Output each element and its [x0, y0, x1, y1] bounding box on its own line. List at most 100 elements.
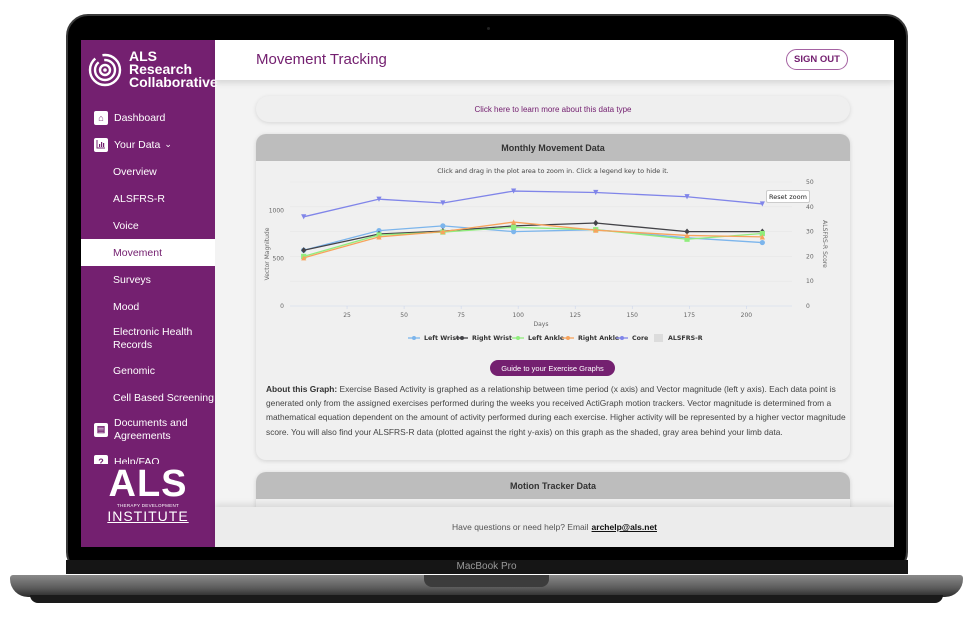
y2-tick-label: 30: [806, 229, 814, 236]
sidebar-item-your-data[interactable]: Your Data ⌄: [81, 131, 215, 158]
monthly-movement-card: Monthly Movement Data Click and drag in …: [256, 134, 850, 460]
sidebar-item-alsfrs-r[interactable]: ALSFRS-R: [81, 185, 215, 212]
legend-label: Left Wrist: [424, 335, 459, 342]
x-tick-label: 150: [627, 312, 639, 319]
page-title: Movement Tracking: [256, 51, 387, 68]
y2-tick-label: 10: [806, 278, 814, 285]
document-icon: ▤: [94, 422, 108, 437]
about-graph-text: About this Graph: Exercise Based Activit…: [266, 382, 846, 439]
home-icon: ⌂: [94, 110, 108, 125]
als-logo-institute: INSTITUTE: [107, 508, 189, 524]
legend-item-core[interactable]: Core: [616, 335, 648, 342]
legend-label: ALSFRS-R: [668, 335, 703, 342]
device-label: MacBook Pro: [456, 561, 517, 572]
legend-marker: [566, 336, 570, 340]
sidebar-item-electronic-health-records[interactable]: Electronic Health Records: [81, 320, 215, 357]
learn-more-link[interactable]: Click here to learn more about this data…: [256, 96, 850, 122]
sidebar-item-documents[interactable]: ▤ Documents and Agreements: [81, 411, 215, 448]
sidebar-item-label: Electronic Health Records: [113, 325, 193, 351]
screen: ALS Research Collaborative ⌂ Dashboard Y…: [81, 40, 894, 547]
legend-item-left-ankle[interactable]: Left Ankle: [512, 335, 564, 342]
reset-zoom-button[interactable]: Reset zoom: [766, 190, 810, 203]
x-tick-label: 50: [400, 312, 408, 319]
sidebar: ALS Research Collaborative ⌂ Dashboard Y…: [81, 40, 218, 547]
legend-item-right-ankle[interactable]: Right Ankle: [562, 335, 619, 342]
footer: Have questions or need help? Email arche…: [215, 507, 894, 547]
sidebar-item-voice[interactable]: Voice: [81, 212, 215, 239]
legend-item-left-wrist[interactable]: Left Wrist: [408, 335, 459, 342]
sidebar-item-label: Mood: [113, 300, 140, 313]
sidebar-nav: ⌂ Dashboard Your Data ⌄ Overview ALSFRS-…: [81, 104, 215, 464]
sidebar-item-label: Surveys: [113, 273, 151, 286]
laptop-base-bottom: [30, 595, 943, 603]
legend-item-right-wrist[interactable]: Right Wrist: [456, 335, 512, 342]
sidebar-item-cell-based-screening[interactable]: Cell Based Screening: [81, 384, 215, 411]
sidebar-item-label: Your Data: [114, 138, 161, 151]
legend-item-alsfrs-r[interactable]: ALSFRS-R: [654, 334, 703, 342]
x-tick-label: 25: [343, 312, 351, 319]
help-email-link[interactable]: archelp@als.net: [592, 522, 657, 532]
x-tick-label: 200: [741, 312, 753, 319]
y-tick-label: 0: [280, 303, 284, 310]
main-content: Click here to learn more about this data…: [215, 80, 894, 507]
help-icon: ?: [94, 454, 108, 464]
bar-chart-icon: [94, 137, 108, 152]
sidebar-item-genomic[interactable]: Genomic: [81, 357, 215, 384]
sidebar-item-help[interactable]: ? Help/FAQ: [81, 448, 215, 464]
sidebar-item-movement[interactable]: Movement: [81, 239, 215, 266]
als-logo-big: ALS: [108, 463, 188, 505]
sign-out-button[interactable]: SIGN OUT: [786, 49, 848, 70]
series-line-core: [303, 190, 763, 218]
x-axis-title: Days: [534, 321, 549, 328]
brand-line3: Collaborative: [129, 74, 218, 90]
header: Movement Tracking SIGN OUT: [215, 40, 894, 80]
data-point: [440, 223, 446, 229]
sidebar-item-label: Movement: [113, 246, 163, 259]
y2-tick-label: 0: [806, 303, 810, 310]
legend-label: Left Ankle: [528, 335, 564, 342]
legend-swatch: [654, 334, 663, 342]
footer-text: Have questions or need help? Email: [451, 522, 589, 532]
legend-marker: [412, 336, 416, 340]
data-point: [759, 239, 765, 246]
x-tick-label: 125: [570, 312, 582, 319]
camera-icon: [487, 27, 490, 30]
y-tick-label: 1000: [269, 208, 284, 215]
y2-axis-title: ALSFRS-R Score: [821, 220, 828, 268]
about-label: About this Graph:: [266, 384, 338, 394]
laptop-notch: [424, 575, 549, 587]
y-tick-label: 500: [273, 255, 285, 262]
data-point: [511, 224, 517, 230]
legend-label: Right Wrist: [472, 335, 512, 342]
legend-label: Core: [632, 335, 648, 342]
brand-name: ALS Research Collaborative: [129, 49, 218, 90]
legend-label: Right Ankle: [578, 335, 619, 342]
sidebar-item-label: Documents and Agreements: [114, 416, 188, 442]
y2-tick-label: 20: [806, 253, 814, 260]
legend-marker: [516, 336, 520, 340]
card-title: Monthly Movement Data: [256, 134, 850, 161]
sidebar-item-dashboard[interactable]: ⌂ Dashboard: [81, 104, 215, 131]
x-tick-label: 75: [457, 312, 465, 319]
sidebar-item-surveys[interactable]: Surveys: [81, 266, 215, 293]
chevron-down-icon: ⌄: [164, 139, 172, 149]
als-tdi-logo[interactable]: ALS THERAPY DEVELOPMENT INSTITUTE: [81, 465, 215, 524]
card-title: Motion Tracker Data: [256, 472, 850, 499]
data-point: [301, 247, 307, 254]
legend-marker: [460, 336, 464, 340]
y-axis-title: Vector Magnitude: [264, 227, 271, 280]
movement-chart[interactable]: 010203040500500100025 50 75 100 125 150 175 200…: [256, 174, 850, 354]
exercise-guide-button[interactable]: Guide to your Exercise Graphs: [490, 360, 615, 376]
sidebar-item-label: Voice: [113, 219, 139, 232]
sidebar-item-label: Cell Based Screening: [113, 391, 214, 404]
sidebar-item-overview[interactable]: Overview: [81, 158, 215, 185]
brand-logo[interactable]: ALS Research Collaborative: [87, 48, 218, 104]
sidebar-item-label: Overview: [113, 165, 157, 178]
x-tick-label: 100: [512, 312, 524, 319]
x-tick-label: 175: [684, 312, 696, 319]
sidebar-item-label: Dashboard: [114, 111, 166, 124]
y2-tick-label: 50: [806, 179, 814, 186]
data-point: [593, 219, 599, 227]
legend-marker: [620, 336, 624, 340]
sidebar-item-mood[interactable]: Mood: [81, 293, 215, 320]
